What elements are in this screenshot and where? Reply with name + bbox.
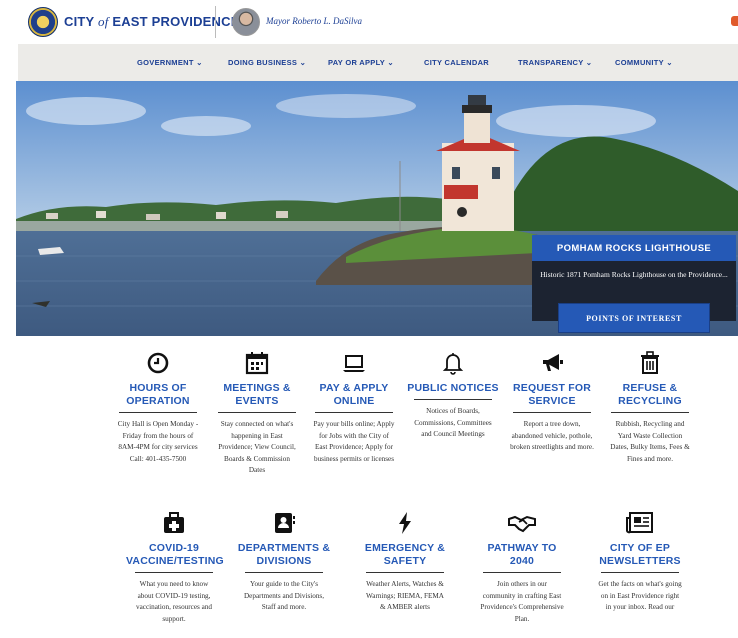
service-public-notices[interactable]: PUBLIC NOTICES Notices of Boards, Commis… [405, 350, 501, 441]
service-emergency-safety[interactable]: EMERGENCY & SAFETY Weather Alerts, Watch… [357, 510, 453, 614]
mayor-avatar[interactable] [232, 8, 260, 36]
nav-pay-or-apply[interactable]: PAY OR APPLY ⌄ [328, 58, 394, 67]
service-title: MEETINGS & EVENTS [223, 382, 291, 407]
hero-title[interactable]: POMHAM ROCKS LIGHTHOUSE [532, 235, 736, 261]
nav-doing-business[interactable]: DOING BUSINESS ⌄ [228, 58, 306, 67]
calendar-icon [245, 352, 269, 375]
handshake-icon [508, 515, 536, 533]
nav-community[interactable]: COMMUNITY ⌄ [615, 58, 673, 67]
nav-government[interactable]: GOVERNMENT ⌄ [137, 58, 203, 67]
divider [601, 572, 679, 573]
contact-card-icon [275, 513, 295, 533]
service-title: DEPARTMENTS & DIVISIONS [237, 542, 331, 567]
divider [135, 572, 213, 573]
divider [483, 572, 561, 573]
city-name[interactable]: CITY of EAST PROVIDENCE [64, 14, 240, 30]
nav-transparency[interactable]: TRANSPARENCY ⌄ [518, 58, 592, 67]
medkit-icon [164, 512, 184, 533]
divider [513, 412, 591, 413]
service-request-for-service[interactable]: REQUEST FOR SERVICE Report a tree down, … [504, 350, 600, 454]
top-bar: CITY of EAST PROVIDENCE Mayor Roberto L.… [0, 0, 738, 44]
service-title: PUBLIC NOTICES [407, 382, 499, 394]
service-refuse-recycling[interactable]: REFUSE & RECYCLING Rubbish, Recycling an… [602, 350, 698, 465]
service-description: Notices of Boards, Commissions, Committe… [414, 407, 492, 439]
service-title: COVID-19 VACCINE/TESTING [126, 542, 224, 567]
service-description: Report a tree down, abandoned vehicle, p… [510, 420, 594, 452]
divider [218, 412, 296, 413]
points-of-interest-button[interactable]: POINTS OF INTEREST [558, 303, 710, 333]
city-name-of: of [98, 14, 109, 29]
divider [366, 572, 444, 573]
service-description: Your guide to the City's Departments and… [243, 580, 325, 612]
service-meetings-events[interactable]: MEETINGS & EVENTS Stay connected on what… [209, 350, 305, 477]
hero-caption-card: POMHAM ROCKS LIGHTHOUSE Historic 1871 Po… [532, 235, 736, 333]
service-departments-divisions[interactable]: DEPARTMENTS & DIVISIONS Your guide to th… [236, 510, 332, 614]
divider [119, 412, 197, 413]
laptop-icon [343, 355, 365, 372]
service-title: EMERGENCY & SAFETY [364, 542, 446, 567]
service-description: Pay your bills online; Apply for Jobs wi… [313, 420, 395, 463]
service-title: REFUSE & RECYCLING [618, 382, 682, 407]
clock-icon [147, 352, 169, 374]
service-description: Get the facts on what's going on in East… [598, 580, 682, 612]
service-title: CITY OF EP NEWSLETTERS [599, 542, 681, 567]
nav-city-calendar[interactable]: CITY CALENDAR [424, 58, 489, 67]
main-nav: GOVERNMENT ⌄ DOING BUSINESS ⌄ PAY OR APP… [18, 44, 738, 81]
service-description: Stay connected on what's happening in Ea… [218, 420, 296, 475]
city-name-suffix: EAST PROVIDENCE [108, 14, 240, 29]
bell-icon [442, 353, 464, 375]
service-title: REQUEST FOR SERVICE [512, 382, 592, 407]
partial-icon[interactable] [731, 16, 738, 26]
hero-description: Historic 1871 Pomham Rocks Lighthouse on… [540, 270, 728, 279]
service-description: Rubbish, Recycling and Yard Waste Collec… [610, 420, 690, 463]
service-title: PAY & APPLY ONLINE [319, 382, 389, 407]
hero-banner[interactable]: POMHAM ROCKS LIGHTHOUSE Historic 1871 Po… [16, 81, 738, 336]
service-covid-19[interactable]: COVID-19 VACCINE/TESTING What you need t… [126, 510, 224, 625]
service-hours-of-operation[interactable]: HOURS OF OPERATION City Hall is Open Mon… [110, 350, 206, 465]
service-newsletters[interactable]: CITY OF EP NEWSLETTERS Get the facts on … [592, 510, 688, 614]
service-pay-apply-online[interactable]: PAY & APPLY ONLINE Pay your bills online… [306, 350, 402, 465]
service-description: What you need to know about COVID-19 tes… [135, 580, 213, 623]
header-divider [215, 6, 216, 38]
trash-icon [641, 351, 659, 374]
service-description: Join others in our community in crafting… [480, 580, 564, 623]
mayor-name[interactable]: Mayor Roberto L. DaSilva [266, 16, 362, 26]
divider [315, 412, 393, 413]
service-title: PATHWAY TO 2040 [487, 542, 557, 567]
lightning-icon [399, 512, 411, 534]
city-name-prefix: CITY [64, 14, 98, 29]
divider [414, 399, 492, 400]
service-description: Weather Alerts, Watches & Warnings; RIEM… [366, 580, 444, 612]
city-seal-logo[interactable] [28, 7, 58, 37]
newspaper-icon [626, 512, 653, 534]
divider [611, 412, 689, 413]
megaphone-icon [543, 354, 563, 371]
divider [245, 572, 323, 573]
service-title: HOURS OF OPERATION [126, 382, 190, 407]
service-pathway-2040[interactable]: PATHWAY TO 2040 Join others in our commu… [474, 510, 570, 625]
service-description: City Hall is Open Monday - Friday from t… [117, 420, 199, 463]
